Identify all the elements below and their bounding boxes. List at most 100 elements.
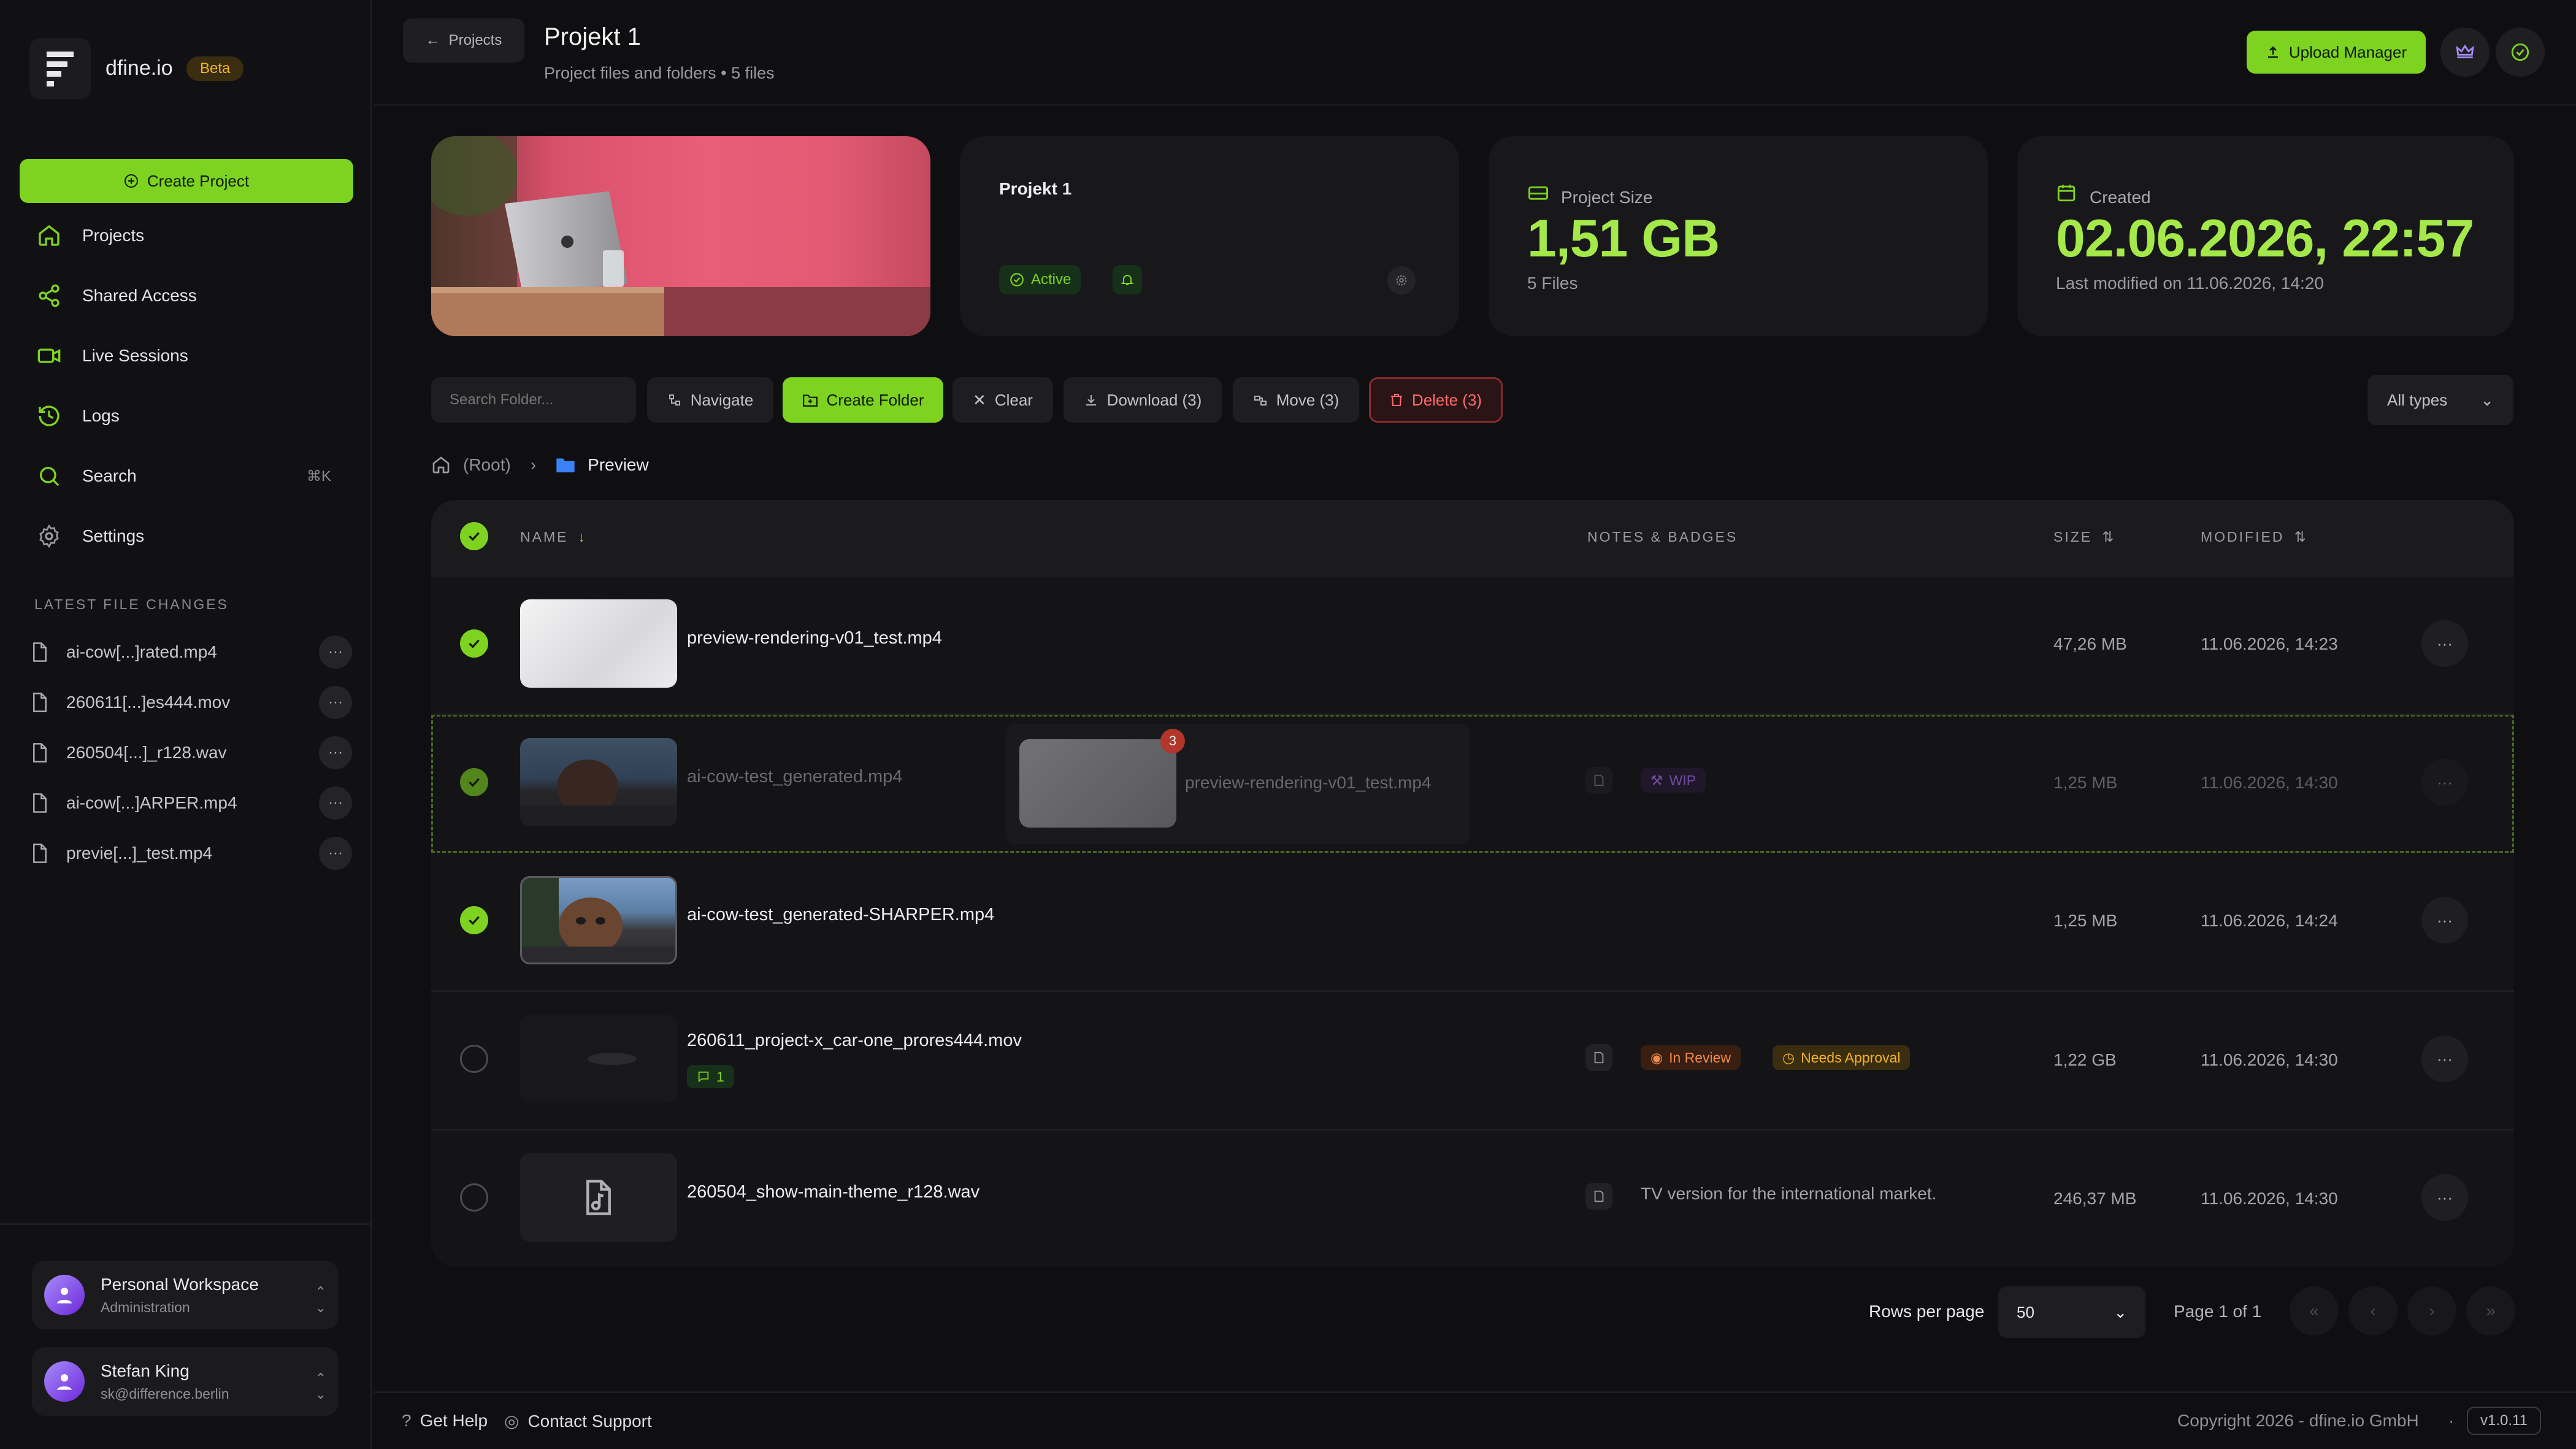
sidebar-item-search[interactable]: Search	[37, 458, 343, 494]
navigate-button[interactable]: Navigate	[647, 377, 773, 423]
row-menu-button[interactable]: ···	[2421, 897, 2468, 944]
status-check-button[interactable]	[2496, 28, 2545, 77]
crown-button[interactable]	[2440, 28, 2490, 77]
audio-file-icon	[586, 1180, 611, 1215]
breadcrumb-root[interactable]: (Root)	[463, 455, 511, 475]
share-icon	[39, 284, 59, 307]
column-header-name[interactable]: NAME ↓	[520, 529, 585, 545]
move-button[interactable]: Move (3)	[1233, 377, 1359, 423]
file-name[interactable]: preview-rendering-v01_test.mp4	[687, 628, 942, 648]
latest-file-item[interactable]: ai-cow[...]ARPER.mp4	[31, 786, 350, 820]
delete-button[interactable]: Delete (3)	[1369, 377, 1503, 423]
search-folder-input[interactable]	[431, 377, 636, 423]
notification-toggle[interactable]	[1113, 265, 1142, 294]
latest-file-name: ai-cow[...]rated.mp4	[66, 642, 217, 661]
file-size: 1,25 MB	[2053, 911, 2118, 930]
get-help-link[interactable]: ? Get Help	[402, 1411, 488, 1431]
type-filter-select[interactable]: All types ⌄	[2367, 375, 2513, 425]
rows-per-page-select[interactable]: 50 ⌄	[1998, 1286, 2145, 1338]
search-shortcut: ⌘K	[307, 468, 332, 485]
prev-page-button[interactable]: ‹	[2348, 1286, 2398, 1336]
create-folder-button[interactable]: Create Folder	[783, 377, 943, 423]
project-settings-button[interactable]	[1387, 266, 1416, 294]
row-divider	[431, 1129, 2514, 1131]
row-checkbox[interactable]	[460, 906, 488, 934]
latest-file-menu-button[interactable]: ···	[319, 837, 352, 870]
row-checkbox[interactable]	[460, 1183, 488, 1212]
row-checkbox[interactable]	[460, 629, 488, 658]
get-help-label: Get Help	[420, 1411, 488, 1430]
note-button[interactable]	[1585, 1183, 1612, 1210]
row-menu-button[interactable]: ···	[2421, 759, 2468, 805]
back-to-projects-button[interactable]: ← Projects	[403, 18, 524, 63]
file-thumbnail[interactable]	[520, 738, 677, 826]
sidebar-item-live-sessions[interactable]: Live Sessions	[37, 337, 188, 374]
row-menu-button[interactable]: ···	[2421, 1174, 2468, 1221]
home-icon[interactable]	[431, 455, 451, 475]
logo[interactable]	[29, 38, 91, 99]
column-header-size[interactable]: SIZE ⇅	[2053, 529, 2114, 545]
project-thumbnail	[431, 136, 930, 336]
sidebar-item-shared-access[interactable]: Shared Access	[37, 277, 197, 314]
next-page-button[interactable]: ›	[2407, 1286, 2456, 1336]
select-all-checkbox[interactable]	[460, 522, 488, 550]
file-name[interactable]: ai-cow-test_generated.mp4	[687, 767, 902, 787]
sidebar-item-projects[interactable]: Projects	[37, 217, 144, 254]
create-project-button[interactable]: Create Project	[20, 159, 353, 203]
row-menu-button[interactable]: ···	[2421, 1036, 2468, 1082]
row-menu-button[interactable]: ···	[2421, 620, 2468, 667]
file-thumbnail[interactable]	[520, 876, 677, 964]
user-menu[interactable]: Stefan King sk@difference.berlin ⌃ ⌄	[32, 1347, 339, 1416]
add-note-button[interactable]	[1585, 1044, 1612, 1071]
row-divider	[431, 990, 2514, 992]
file-icon	[33, 793, 47, 813]
first-page-button[interactable]: «	[2290, 1286, 2339, 1336]
file-icon	[33, 844, 47, 863]
latest-file-item[interactable]: ai-cow[...]rated.mp4	[31, 635, 350, 669]
sidebar-divider	[0, 1223, 372, 1225]
row-checkbox[interactable]	[460, 768, 488, 796]
latest-file-item[interactable]: 260611[...]es444.mov	[31, 685, 350, 720]
avatar	[44, 1361, 85, 1402]
file-modified: 11.06.2026, 14:30	[2201, 773, 2338, 792]
column-header-modified[interactable]: MODIFIED ⇅	[2201, 529, 2306, 545]
file-name[interactable]: 260504_show-main-theme_r128.wav	[687, 1182, 979, 1202]
workspace-switcher[interactable]: Personal Workspace Administration ⌃ ⌄	[32, 1261, 339, 1329]
sidebar-item-logs[interactable]: Logs	[37, 398, 120, 434]
latest-file-menu-button[interactable]: ···	[319, 636, 352, 669]
check-icon	[469, 639, 480, 648]
clear-selection-button[interactable]: ✕ Clear	[953, 377, 1053, 423]
status-badge[interactable]: Active	[999, 265, 1081, 294]
clock-icon: ◷	[1782, 1049, 1795, 1066]
download-button[interactable]: Download (3)	[1064, 377, 1222, 423]
comment-icon	[698, 1071, 709, 1083]
latest-file-menu-button[interactable]: ···	[319, 686, 352, 719]
file-name[interactable]: 260611_project-x_car-one_prores444.mov	[687, 1031, 1022, 1051]
crown-icon	[2456, 44, 2474, 58]
sidebar-item-label: Projects	[82, 226, 145, 245]
latest-file-name: ai-cow[...]ARPER.mp4	[66, 793, 237, 812]
note-icon	[1594, 1190, 1604, 1202]
file-thumbnail[interactable]	[520, 1153, 677, 1242]
project-card-name: Projekt 1	[999, 179, 1072, 198]
upload-manager-label: Upload Manager	[2288, 42, 2407, 61]
file-thumbnail[interactable]	[520, 1015, 677, 1103]
page-title: Projekt 1	[544, 23, 641, 50]
file-thumbnail[interactable]	[520, 599, 677, 688]
contact-support-link[interactable]: ◎ Contact Support	[504, 1411, 652, 1431]
help-icon: ?	[402, 1411, 412, 1430]
file-name[interactable]: ai-cow-test_generated-SHARPER.mp4	[687, 905, 994, 925]
latest-file-item[interactable]: 260504[...]_r128.wav	[31, 736, 350, 770]
comment-count-badge[interactable]: 1	[687, 1065, 734, 1088]
last-page-button[interactable]: »	[2466, 1286, 2515, 1336]
clear-label: Clear	[994, 390, 1033, 409]
user-email: sk@difference.berlin	[101, 1385, 229, 1402]
latest-file-menu-button[interactable]: ···	[319, 786, 352, 820]
add-note-button[interactable]	[1585, 767, 1612, 794]
row-checkbox[interactable]	[460, 1045, 488, 1073]
latest-file-item[interactable]: previe[...]_test.mp4	[31, 836, 350, 871]
latest-file-menu-button[interactable]: ···	[319, 736, 352, 769]
search-icon	[40, 467, 59, 486]
sidebar-item-settings[interactable]: Settings	[37, 518, 144, 555]
upload-manager-button[interactable]: Upload Manager	[2247, 31, 2426, 74]
